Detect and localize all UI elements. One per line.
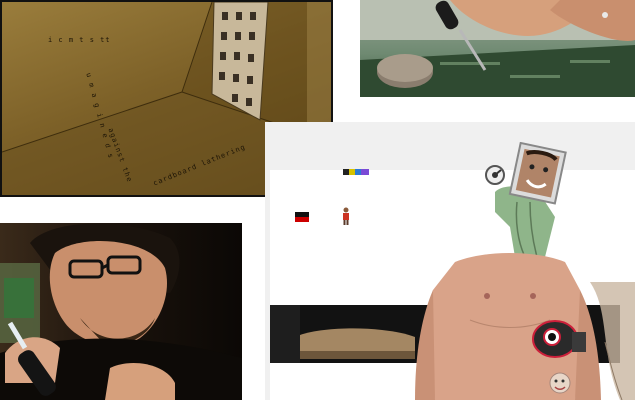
hair-strand [590,282,635,400]
cardboard-text-top: i c m t s tt [48,36,111,44]
figure-icon[interactable] [342,207,350,225]
flag-icon[interactable] [295,212,309,222]
tv-face-icon[interactable] [485,142,575,257]
color-swatch-icon[interactable] [343,169,369,175]
soldering-illustration [360,0,635,97]
man-soldering-illustration [0,223,242,400]
app-screenshot [265,122,635,400]
man-soldering-photo [0,223,242,400]
small-face [549,372,571,394]
soldering-closeup-photo [360,0,635,97]
